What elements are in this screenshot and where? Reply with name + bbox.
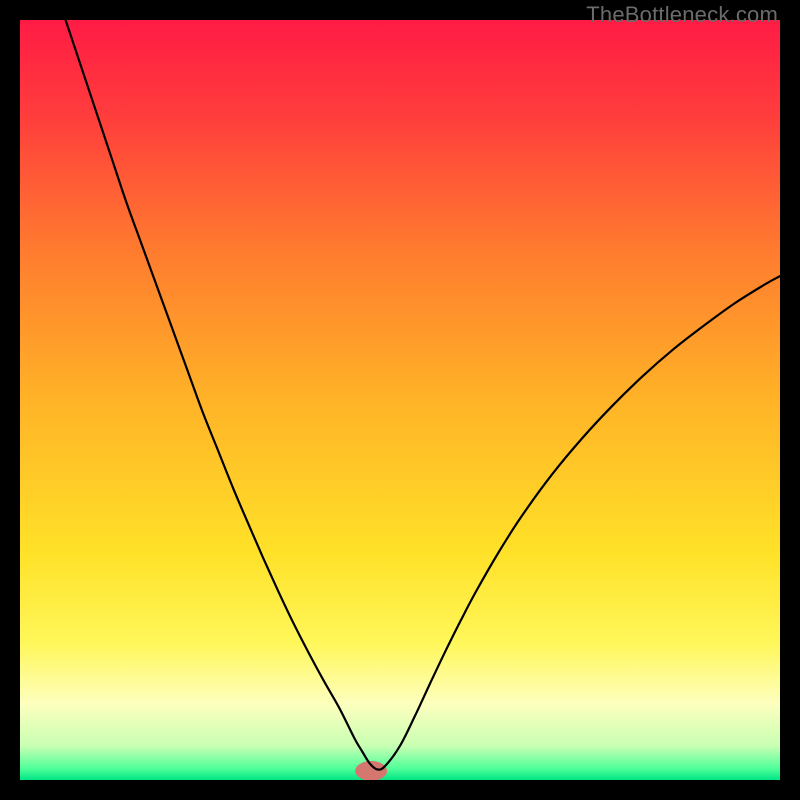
chart-svg: [20, 20, 780, 780]
chart-background: [20, 20, 780, 780]
chart-frame: [20, 20, 780, 780]
watermark-text: TheBottleneck.com: [586, 2, 778, 28]
